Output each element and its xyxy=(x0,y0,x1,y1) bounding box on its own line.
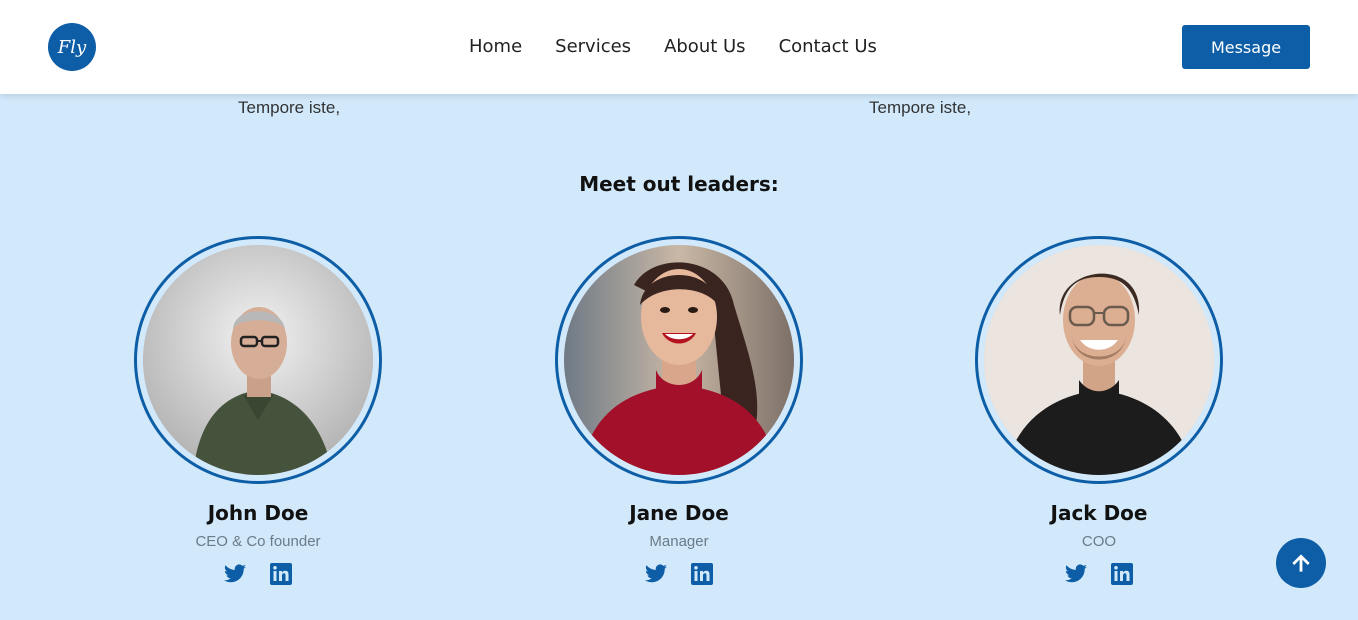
twitter-icon[interactable] xyxy=(223,562,247,586)
linkedin-icon[interactable] xyxy=(1110,562,1134,586)
leader-photo xyxy=(984,245,1214,475)
leader-photo-ring xyxy=(975,236,1223,484)
main-nav: Home Services About Us Contact Us xyxy=(469,33,910,61)
previous-section-text-left: Tempore iste, xyxy=(238,98,341,117)
nav-home[interactable]: Home xyxy=(469,33,522,61)
logo-text: Fly xyxy=(57,36,87,58)
leader-socials xyxy=(131,562,385,586)
leader-photo xyxy=(564,245,794,475)
nav-about-us[interactable]: About Us xyxy=(664,33,746,61)
message-button[interactable]: Message xyxy=(1182,25,1310,69)
site-header: Fly Home Services About Us Contact Us Me… xyxy=(0,0,1358,94)
leader-card: Jane Doe Manager xyxy=(552,236,806,586)
scroll-top-button[interactable] xyxy=(1276,538,1326,588)
linkedin-icon[interactable] xyxy=(269,562,293,586)
leaders-title: Meet out leaders: xyxy=(579,172,779,196)
logo[interactable]: Fly xyxy=(48,23,96,71)
leader-name: John Doe xyxy=(207,501,309,525)
nav-services[interactable]: Services xyxy=(555,33,631,61)
twitter-icon[interactable] xyxy=(644,562,668,586)
leader-photo xyxy=(143,245,373,475)
leader-role: COO xyxy=(1081,533,1117,550)
previous-section-text-right: Tempore iste, xyxy=(869,98,972,117)
leader-socials xyxy=(552,562,806,586)
leader-role: CEO & Co founder xyxy=(195,533,321,550)
nav-contact-us[interactable]: Contact Us xyxy=(779,33,877,61)
leader-name: Jane Doe xyxy=(629,501,729,525)
leader-card: Jack Doe COO xyxy=(972,236,1226,586)
leader-name: Jack Doe xyxy=(1050,501,1148,525)
linkedin-icon[interactable] xyxy=(690,562,714,586)
leader-photo-ring xyxy=(134,236,382,484)
twitter-icon[interactable] xyxy=(1064,562,1088,586)
leader-photo-ring xyxy=(555,236,803,484)
leader-card: John Doe CEO & Co founder xyxy=(131,236,385,586)
leader-socials xyxy=(972,562,1226,586)
arrow-up-icon xyxy=(1292,554,1310,572)
leader-role: Manager xyxy=(649,533,709,550)
